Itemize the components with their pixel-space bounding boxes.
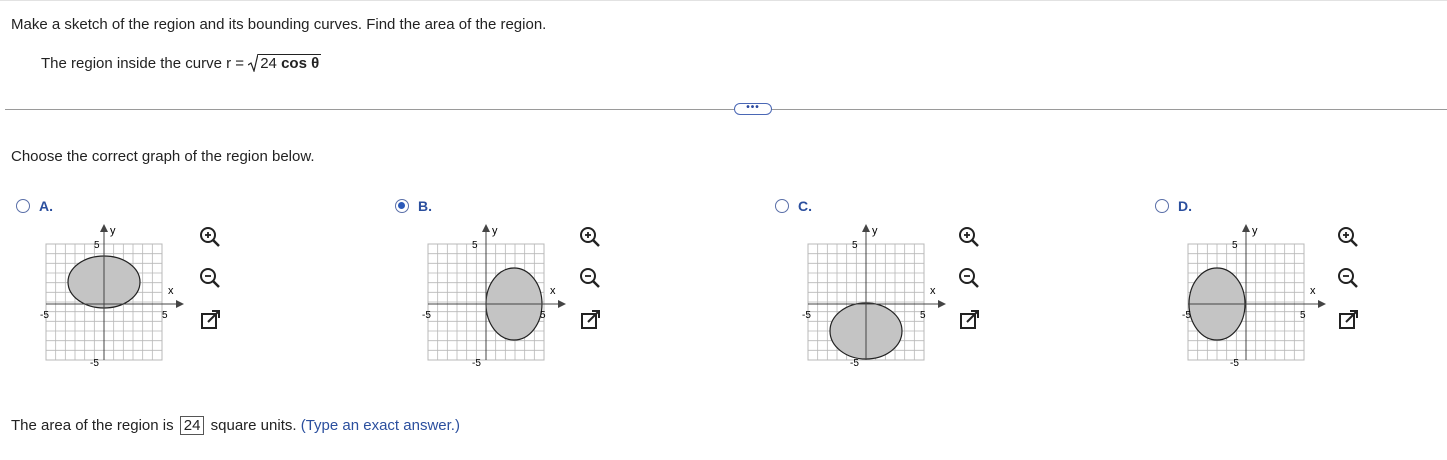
answer-line: The area of the region is 24 square unit… [11,416,460,435]
graph-d-y-arrow [1242,224,1250,232]
graph-b-y-label: y [492,225,498,237]
graph-b-x-arrow [558,300,566,308]
graph-a: y x 5 5 -5 -5 [40,224,184,369]
graph-c-tick-pos-x: 5 [920,310,926,321]
option-c-label: C. [798,198,812,214]
zoom-in-icon[interactable] [1336,225,1360,249]
question-text: Make a sketch of the region and its boun… [11,16,547,33]
zoom-in-icon[interactable] [198,225,222,249]
graph-b-x-label: x [550,285,556,297]
graph-c-x-label: x [930,285,936,297]
zoom-out-icon[interactable] [1336,266,1360,290]
graph-d-tick-neg-x: -5 [1182,310,1191,321]
radicand-function: cos θ [281,55,320,72]
graph-b-tick-pos-x: 5 [540,310,546,321]
graph-a-x-label: x [168,285,174,297]
option-c-radio[interactable] [775,199,789,213]
option-a-radio[interactable] [16,199,30,213]
graph-d-y-label: y [1252,225,1258,237]
graph-d-x-label: x [1310,285,1316,297]
answer-prefix: The area of the region is [11,417,174,434]
graph-a-x-arrow [176,300,184,308]
graph-c: y x 5 5 -5 -5 [802,224,946,369]
zoom-out-icon[interactable] [578,266,602,290]
graph-a-tick-neg-y: -5 [90,358,99,369]
graph-b-y-arrow [482,224,490,232]
answer-hint: (Type an exact answer.) [300,417,460,434]
zoom-in-icon[interactable] [578,225,602,249]
graph-d: y x 5 5 -5 -5 [1182,224,1326,369]
option-a-label: A. [39,198,53,214]
graph-b-tick-neg-x: -5 [422,310,431,321]
graph-a-tick-neg-x: -5 [40,310,49,321]
graph-a-tick-pos-x: 5 [162,310,168,321]
graph-c-x-arrow [938,300,946,308]
radicand-number: 24 [260,55,277,72]
graph-d-x-arrow [1318,300,1326,308]
option-d-radio[interactable] [1155,199,1169,213]
graph-d-tick-neg-y: -5 [1230,358,1239,369]
section-divider [5,109,1447,110]
graph-a-y-arrow [100,224,108,232]
zoom-out-icon[interactable] [957,266,981,290]
more-button[interactable]: ••• [734,103,772,115]
graph-c-y-arrow [862,224,870,232]
zoom-in-icon[interactable] [957,225,981,249]
graph-c-tick-neg-y: -5 [850,358,859,369]
open-new-window-icon[interactable] [578,308,602,332]
option-d-label: D. [1178,198,1192,214]
top-border [0,0,1447,1]
open-new-window-icon[interactable] [957,308,981,332]
graph-b-tick-neg-y: -5 [472,358,481,369]
graph-c-tick-pos-y: 5 [852,240,858,251]
graph-a-y-label: y [110,225,116,237]
sqrt-expression: 24 cos θ [247,53,322,74]
open-new-window-icon[interactable] [198,308,222,332]
subquestion: The region inside the curve r = 24 cos θ [41,53,322,74]
prompt-text: Choose the correct graph of the region b… [11,148,315,165]
graph-b: y x 5 5 -5 -5 [422,224,566,369]
zoom-out-icon[interactable] [198,266,222,290]
option-b-label: B. [418,198,432,214]
option-b-radio[interactable] [395,199,409,213]
graph-d-tick-pos-y: 5 [1232,240,1238,251]
answer-input[interactable]: 24 [179,416,205,435]
answer-suffix: square units. [210,417,297,434]
open-new-window-icon[interactable] [1336,308,1360,332]
graph-a-tick-pos-y: 5 [94,240,100,251]
graph-c-y-label: y [872,225,878,237]
graph-b-tick-pos-y: 5 [472,240,478,251]
subquestion-prefix: The region inside the curve r = [41,55,245,72]
graph-d-tick-pos-x: 5 [1300,310,1306,321]
graph-c-tick-neg-x: -5 [802,310,811,321]
